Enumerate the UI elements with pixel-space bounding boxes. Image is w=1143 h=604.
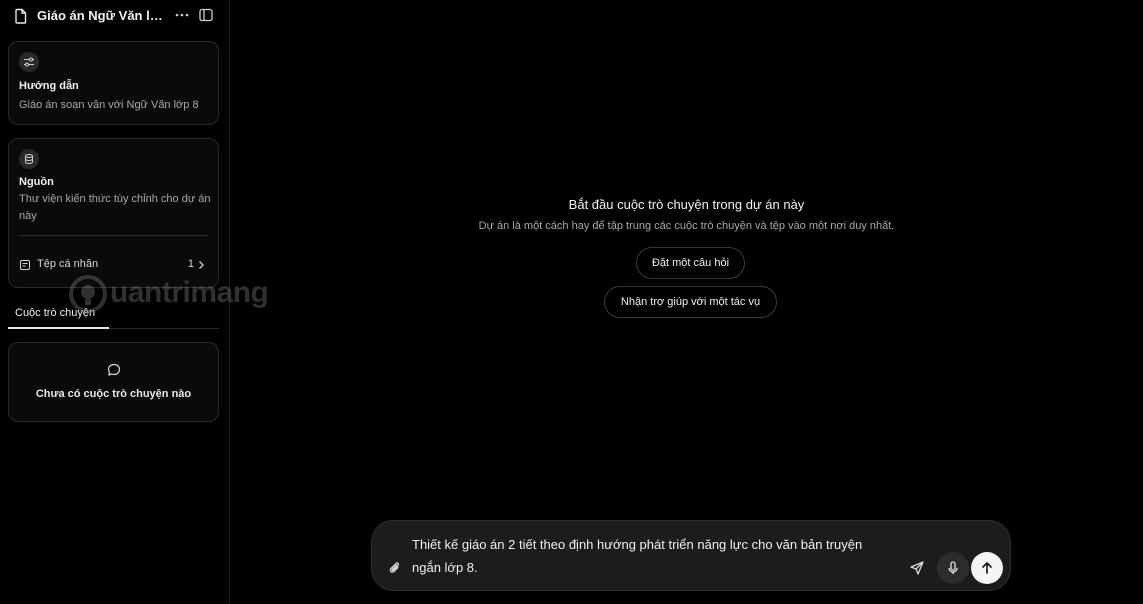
message-input[interactable]: Thiết kế giáo án 2 tiết theo định hướng … xyxy=(412,533,882,579)
get-task-help-button[interactable]: Nhận trợ giúp với một tác vụ xyxy=(604,286,777,318)
divider xyxy=(19,235,208,236)
ask-question-button[interactable]: Đặt một câu hỏi xyxy=(636,247,745,279)
instructions-title: Hướng dẫn xyxy=(19,80,79,92)
microphone-icon[interactable] xyxy=(937,552,969,584)
sources-description: Thư viện kiến thức tùy chỉnh cho dự án n… xyxy=(19,193,211,222)
instructions-card[interactable]: Hướng dẫn Giáo án soạn văn với Ngữ Văn l… xyxy=(8,41,219,125)
document-icon xyxy=(14,8,28,24)
paperclip-icon[interactable] xyxy=(388,560,402,576)
database-icon xyxy=(19,149,39,169)
sliders-icon xyxy=(19,52,39,72)
personal-files-label: Tệp cá nhân xyxy=(37,258,99,270)
empty-state-title: Bắt đầu cuộc trò chuyện trong dự án này xyxy=(568,197,805,212)
project-title[interactable]: Giáo án Ngữ Văn lớp 8 xyxy=(37,8,167,23)
sources-card: Nguồn Thư viện kiến thức tùy chỉnh cho d… xyxy=(8,138,219,288)
arrow-up-icon[interactable] xyxy=(971,552,1003,584)
empty-conversations-card: Chưa có cuộc trò chuyện nào xyxy=(8,342,219,422)
empty-state-subtitle: Dự án là một cách hay để tập trung các c… xyxy=(478,220,895,232)
file-icon xyxy=(19,259,31,271)
tab-conversations-label: Cuộc trò chuyện xyxy=(15,307,96,319)
conversations-tabs: Cuộc trò chuyện xyxy=(8,302,219,329)
message-composer: Thiết kế giáo án 2 tiết theo định hướng … xyxy=(371,520,1011,591)
empty-conversations-label: Chưa có cuộc trò chuyện nào xyxy=(35,388,192,400)
personal-files-row[interactable]: Tệp cá nhân 1 xyxy=(19,257,208,273)
chevron-right-icon xyxy=(196,259,206,271)
project-sidebar: Giáo án Ngữ Văn lớp 8 Hướng dẫn Giáo án … xyxy=(0,0,230,604)
tab-conversations[interactable]: Cuộc trò chuyện xyxy=(8,302,109,329)
sources-title: Nguồn xyxy=(19,176,54,188)
chat-bubble-icon xyxy=(106,362,122,378)
instructions-description: Giáo án soạn văn với Ngữ Văn lớp 8 xyxy=(19,99,199,111)
sidebar-header: Giáo án Ngữ Văn lớp 8 xyxy=(0,0,230,32)
paper-plane-icon[interactable] xyxy=(909,560,925,576)
more-icon[interactable] xyxy=(173,6,191,24)
sidebar-toggle-icon[interactable] xyxy=(198,7,214,23)
file-count: 1 xyxy=(187,258,194,270)
